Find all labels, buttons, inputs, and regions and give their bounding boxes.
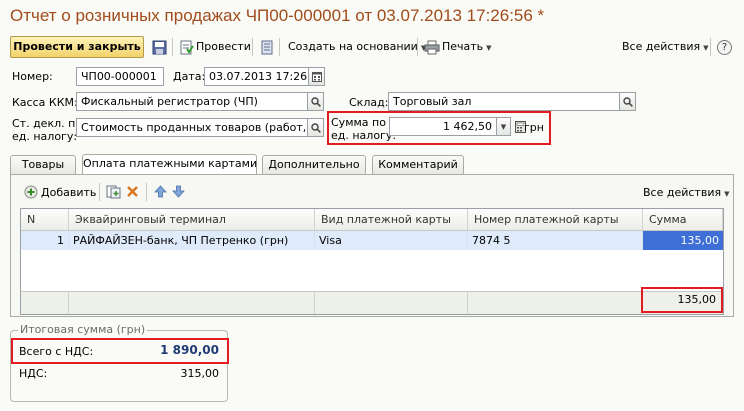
date-field[interactable]: 03.07.2013 17:26:56 bbox=[204, 67, 309, 86]
sum-label-line1: Сумма по bbox=[331, 116, 386, 129]
chevron-down-icon: ▼ bbox=[703, 44, 709, 52]
cell-card-number[interactable]: 7874 5 bbox=[468, 231, 643, 250]
create-based-on-menu[interactable]: Создать на основании ▼ bbox=[288, 40, 426, 55]
kkm-label: Касса ККМ: bbox=[12, 96, 78, 109]
tab-additional[interactable]: Дополнительно bbox=[262, 155, 366, 174]
table-all-actions-label: Все действия bbox=[643, 186, 722, 199]
chevron-down-icon: ▼ bbox=[486, 44, 492, 52]
number-field[interactable]: ЧП00-000001 bbox=[76, 67, 164, 86]
print-menu[interactable]: Печать ▼ bbox=[442, 40, 492, 55]
tax-declaration-label-line2: ед. налогу: bbox=[12, 130, 78, 143]
post-and-close-button[interactable]: Провести и закрыть bbox=[10, 36, 144, 58]
number-label: Номер: bbox=[12, 70, 53, 83]
search-icon[interactable] bbox=[620, 92, 636, 111]
toolbar-separator bbox=[279, 38, 280, 56]
currency-label: грн bbox=[524, 121, 544, 134]
window-title: Отчет о розничных продажах ЧП00-000001 о… bbox=[10, 6, 545, 25]
toolbar-separator bbox=[417, 38, 418, 56]
cell-sum[interactable]: 135,00 bbox=[643, 231, 723, 250]
tax-declaration-field[interactable]: Стоимость проданных товаров (работ, усл bbox=[76, 118, 308, 137]
sum-label-line2: ед. налогу: bbox=[331, 129, 397, 142]
column-header-card-number[interactable]: Номер платежной карты bbox=[468, 209, 643, 231]
toolbar-separator bbox=[172, 38, 173, 56]
total-with-vat-value: 1 890,00 bbox=[160, 343, 219, 357]
table-all-actions-menu[interactable]: Все действия ▼ bbox=[643, 186, 729, 201]
move-down-icon[interactable] bbox=[172, 185, 185, 198]
footer-divider bbox=[314, 292, 315, 314]
warehouse-field[interactable]: Торговый зал bbox=[388, 92, 620, 111]
total-with-vat-label: Всего с НДС: bbox=[19, 345, 94, 358]
table-footer bbox=[21, 291, 723, 314]
post-button[interactable]: Провести bbox=[196, 40, 251, 54]
toolbar-separator bbox=[146, 183, 147, 201]
tab-card-payments[interactable]: Оплата платежными картами bbox=[82, 154, 257, 175]
dropdown-icon[interactable]: ▼ bbox=[497, 117, 511, 136]
delete-icon[interactable] bbox=[126, 185, 139, 198]
save-icon[interactable] bbox=[151, 39, 167, 55]
all-actions-label: Все действия bbox=[622, 40, 701, 53]
chevron-down-icon: ▼ bbox=[724, 190, 730, 198]
vat-label: НДС: bbox=[19, 367, 48, 380]
create-based-on-label: Создать на основании bbox=[288, 40, 418, 53]
help-icon[interactable]: ? bbox=[717, 40, 732, 55]
copy-icon[interactable] bbox=[106, 185, 121, 199]
footer-divider bbox=[68, 292, 69, 314]
add-button[interactable]: Добавить bbox=[41, 186, 96, 200]
add-icon[interactable] bbox=[24, 185, 38, 199]
table-total-sum: 135,00 bbox=[641, 287, 723, 313]
column-header-terminal[interactable]: Эквайринговый терминал bbox=[69, 209, 315, 231]
payments-table: N Эквайринговый терминал Вид платежной к… bbox=[20, 208, 724, 315]
search-icon[interactable] bbox=[308, 92, 324, 111]
post-icon[interactable] bbox=[178, 39, 194, 55]
warehouse-label: Склад: bbox=[349, 96, 389, 109]
footer-divider bbox=[467, 292, 468, 314]
column-header-card-type[interactable]: Вид платежной карты bbox=[315, 209, 468, 231]
print-icon[interactable] bbox=[424, 39, 440, 55]
print-label: Печать bbox=[442, 40, 484, 53]
all-actions-menu[interactable]: Все действия ▼ bbox=[622, 40, 708, 55]
column-header-n[interactable]: N bbox=[21, 209, 69, 231]
tab-goods[interactable]: Товары bbox=[10, 155, 76, 174]
cell-n[interactable]: 1 bbox=[21, 231, 69, 250]
cell-terminal[interactable]: РАЙФАЙЗЕН-банк, ЧП Петренко (грн) bbox=[69, 231, 315, 250]
toolbar-separator bbox=[252, 38, 253, 56]
totals-group-title: Итоговая сумма (грн) bbox=[18, 323, 148, 336]
kkm-field[interactable]: Фискальный регистратор (ЧП) bbox=[76, 92, 308, 111]
search-icon[interactable] bbox=[308, 118, 324, 137]
document-list-icon[interactable] bbox=[259, 39, 275, 55]
sum-field[interactable]: 1 462,50 bbox=[389, 117, 497, 136]
move-up-icon[interactable] bbox=[154, 185, 167, 198]
calendar-icon[interactable] bbox=[309, 67, 325, 86]
tax-declaration-label-line1: Ст. декл. по bbox=[12, 117, 83, 130]
column-header-sum[interactable]: Сумма bbox=[643, 209, 723, 231]
cell-card-type[interactable]: Visa bbox=[315, 231, 468, 250]
tab-comment[interactable]: Комментарий bbox=[372, 155, 464, 174]
vat-value: 315,00 bbox=[180, 367, 220, 380]
date-label: Дата: bbox=[173, 70, 206, 83]
toolbar-separator bbox=[99, 183, 100, 201]
toolbar-separator bbox=[710, 38, 711, 56]
